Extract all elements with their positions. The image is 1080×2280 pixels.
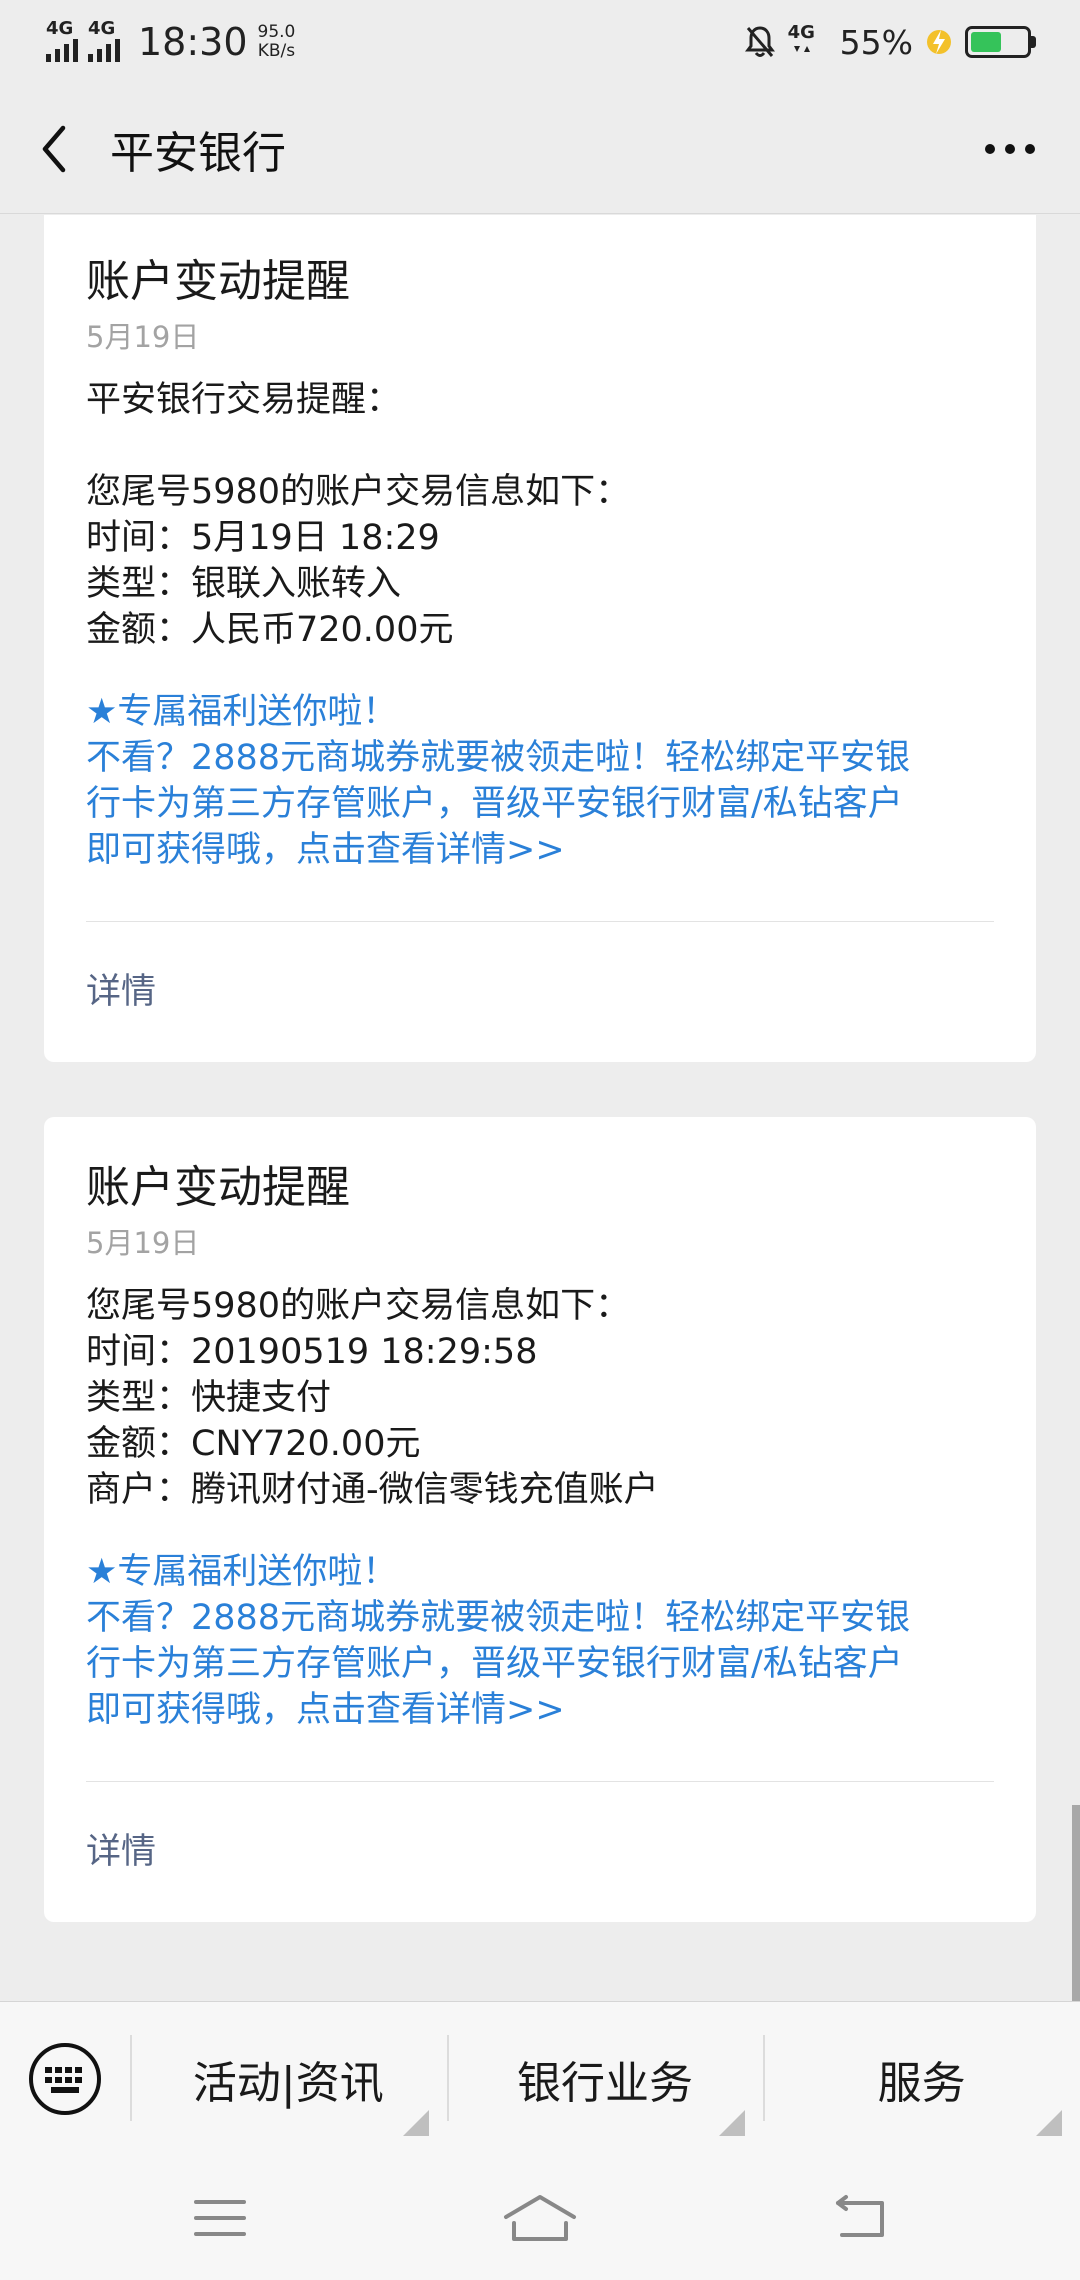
more-button[interactable] xyxy=(960,102,1060,196)
battery-level-fill xyxy=(971,32,1001,52)
promo-line: 不看？2888元商城券就要被领走啦！轻松绑定平安银 xyxy=(86,1598,911,1638)
menu-label: 活动|资讯 xyxy=(192,2058,384,2109)
status-left: 4G 4G 18:30 95.0 KB/s xyxy=(46,18,296,64)
message-list[interactable]: 账户变动提醒 5月19日 平安银行交易提醒： 您尾号5980的账户交易信息如下：… xyxy=(0,215,1080,2001)
body-line: 时间：5月19日 18:29 xyxy=(86,518,440,558)
nav-back-button[interactable] xyxy=(800,2168,920,2268)
signal-bars-icon xyxy=(46,39,78,62)
more-icon xyxy=(985,144,1035,154)
promo-link[interactable]: ★专属福利送你啦！ 不看？2888元商城券就要被领走啦！轻松绑定平安银 行卡为第… xyxy=(86,689,994,873)
signal-2: 4G xyxy=(88,18,120,62)
body-line: 时间：20190519 18:29:58 xyxy=(86,1332,538,1372)
body-line: 类型：快捷支付 xyxy=(86,1378,332,1418)
menu-separator xyxy=(446,2035,449,2121)
signal-1: 4G xyxy=(46,18,78,62)
detail-link[interactable]: 详情 xyxy=(86,1782,994,1922)
network-type-1: 4G xyxy=(46,18,74,39)
chevron-left-icon xyxy=(42,125,66,172)
message-card[interactable]: 账户变动提醒 5月19日 平安银行交易提醒： 您尾号5980的账户交易信息如下：… xyxy=(44,215,1036,1062)
menu-bank-business[interactable]: 银行业务 xyxy=(446,2002,764,2156)
status-bar: 4G 4G 18:30 95.0 KB/s 4G 55% xyxy=(0,0,1080,84)
message-card[interactable]: 账户变动提醒 5月19日 您尾号5980的账户交易信息如下： 时间：201905… xyxy=(44,1117,1036,1922)
body-line: 金额：人民币720.00元 xyxy=(86,610,454,650)
card-body: 您尾号5980的账户交易信息如下： 时间：20190519 18:29:58 类… xyxy=(86,1283,994,1513)
card-title: 账户变动提醒 xyxy=(86,256,350,307)
body-line: 您尾号5980的账户交易信息如下： xyxy=(86,472,631,512)
scrollbar[interactable] xyxy=(1072,1805,1080,2001)
promo-line: 即可获得哦，点击查看详情>> xyxy=(86,830,565,870)
service-menu-bar: 活动|资讯 银行业务 服务 xyxy=(0,2001,1080,2156)
network-speed: 95.0 KB/s xyxy=(258,23,296,61)
network-4g-indicator: 4G xyxy=(788,22,828,62)
menu-label: 服务 xyxy=(877,2058,966,2109)
body-line xyxy=(86,423,994,469)
chat-header: 平安银行 xyxy=(0,84,1080,214)
system-nav-bar xyxy=(0,2156,1080,2280)
promo-line: 即可获得哦，点击查看详情>> xyxy=(86,1690,565,1730)
battery-percent: 55% xyxy=(839,22,913,62)
card-body: 平安银行交易提醒： 您尾号5980的账户交易信息如下： 时间：5月19日 18:… xyxy=(86,377,994,653)
submenu-indicator-icon xyxy=(1036,2110,1063,2136)
detail-link[interactable]: 详情 xyxy=(86,922,994,1062)
back-icon xyxy=(836,2195,884,2237)
body-line: 平安银行交易提醒： xyxy=(86,380,402,420)
status-right: 4G 55% xyxy=(732,22,1036,62)
promo-line: 不看？2888元商城券就要被领走啦！轻松绑定平安银 xyxy=(86,738,911,778)
submenu-indicator-icon xyxy=(402,2110,429,2136)
network-speed-value: 95.0 xyxy=(257,22,296,42)
keyboard-toggle-button[interactable] xyxy=(0,2002,130,2157)
body-line: 金额：CNY720.00元 xyxy=(86,1424,421,1464)
card-date: 5月19日 xyxy=(86,320,200,354)
battery-icon xyxy=(965,26,1036,58)
promo-line: 行卡为第三方存管账户，晋级平安银行财富/私钻客户 xyxy=(86,784,903,824)
menu-icon xyxy=(194,2200,246,2236)
data-arrows-icon xyxy=(793,46,810,52)
menu-separator xyxy=(130,2035,132,2121)
card-title: 账户变动提醒 xyxy=(86,1162,350,1213)
page-title: 平安银行 xyxy=(110,127,286,179)
promo-line: ★专属福利送你啦！ xyxy=(86,1552,398,1592)
menu-separator xyxy=(763,2035,766,2121)
menu-service[interactable]: 服务 xyxy=(763,2002,1080,2156)
menu-label: 银行业务 xyxy=(517,2058,693,2109)
promo-line: 行卡为第三方存管账户，晋级平安银行财富/私钻客户 xyxy=(86,1644,903,1684)
network-speed-unit: KB/s xyxy=(257,41,296,61)
body-line: 您尾号5980的账户交易信息如下： xyxy=(86,1286,631,1326)
back-button[interactable] xyxy=(4,99,104,199)
clock: 18:30 xyxy=(138,20,248,64)
charging-icon xyxy=(927,30,951,54)
nav-home-button[interactable] xyxy=(480,2168,600,2268)
card-date: 5月19日 xyxy=(86,1226,200,1260)
home-icon xyxy=(504,2195,576,2241)
keyboard-icon xyxy=(29,2043,101,2115)
body-line: 商户：腾讯财付通-微信零钱充值账户 xyxy=(86,1470,659,1510)
body-line: 类型：银联入账转入 xyxy=(86,564,402,604)
network-type-2: 4G xyxy=(88,18,116,39)
submenu-indicator-icon xyxy=(719,2110,746,2136)
signal-bars-icon xyxy=(88,39,120,62)
promo-line: ★专属福利送你啦！ xyxy=(86,692,398,732)
promo-link[interactable]: ★专属福利送你啦！ 不看？2888元商城券就要被领走啦！轻松绑定平安银 行卡为第… xyxy=(86,1549,994,1733)
mute-bell-icon xyxy=(744,26,775,57)
nav-menu-button[interactable] xyxy=(160,2168,280,2268)
menu-activities[interactable]: 活动|资讯 xyxy=(130,2002,447,2156)
